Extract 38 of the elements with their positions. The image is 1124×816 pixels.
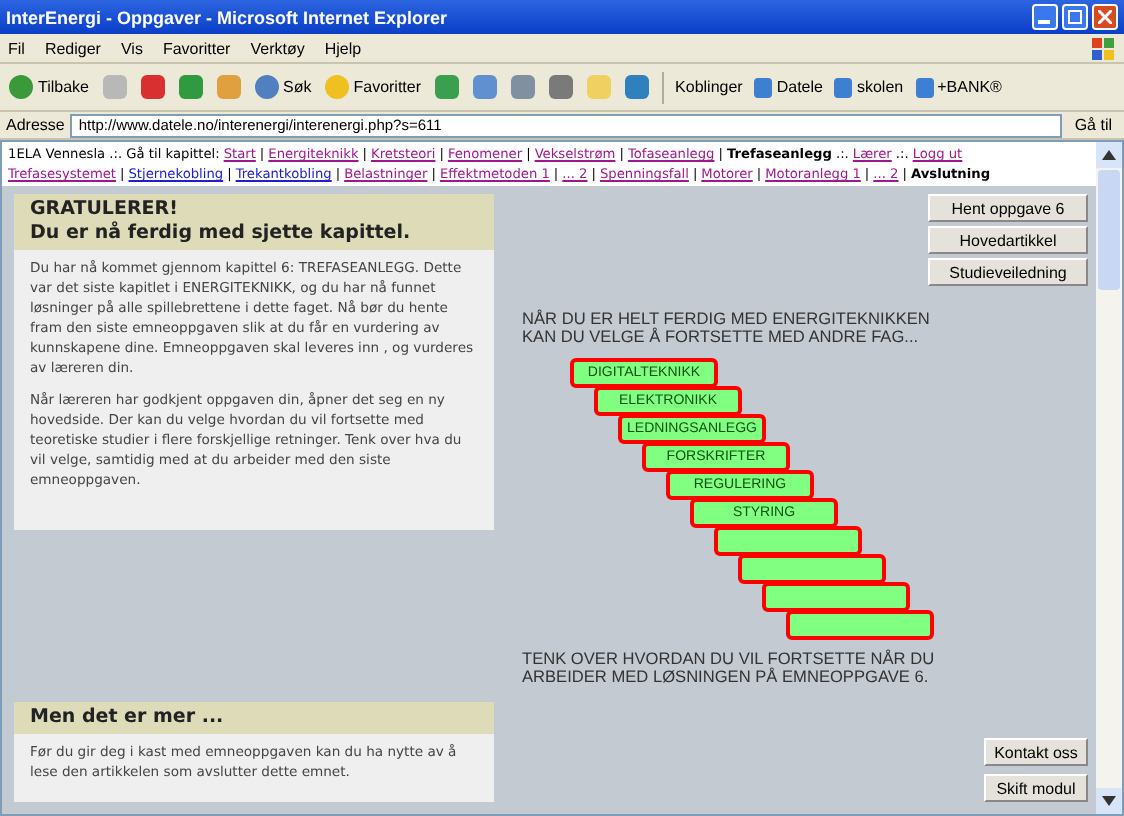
panel-title: Men det er mer ... <box>30 706 226 730</box>
windows-logo-icon <box>1092 37 1116 59</box>
favorite-link[interactable]: Datele <box>754 77 823 97</box>
page-button[interactable]: Hovedartikkel <box>928 226 1088 254</box>
maximize-icon <box>1068 10 1082 24</box>
closing-text: ARBEIDER MED LØSNINGEN PÅ EMNEOPPGAVE 6. <box>522 668 931 686</box>
menu-item[interactable]: Vis <box>120 39 143 57</box>
vertical-scrollbar[interactable] <box>1096 142 1122 814</box>
close-button[interactable] <box>1092 4 1118 30</box>
menu-item[interactable]: Fil <box>8 39 25 57</box>
menu-item[interactable]: Favoritter <box>162 39 231 57</box>
closing-text: TENK OVER HVORDAN DU VIL FORTSETTE NÅR DU <box>522 650 937 668</box>
go-button[interactable]: Gå til <box>1068 116 1118 134</box>
scroll-up-icon[interactable] <box>1102 150 1116 160</box>
scroll-thumb[interactable] <box>1098 170 1120 290</box>
favorite-link[interactable]: skolen <box>834 77 904 97</box>
scroll-down-icon[interactable] <box>1102 796 1116 806</box>
page-button[interactable]: Hent oppgave 6 <box>928 194 1088 222</box>
address-label: Adresse <box>6 116 65 134</box>
panel-title: Du er nå ferdig med sjette kapittel. <box>30 222 413 246</box>
window-title: InterEnergi - Oppgaver - Microsoft Internet Explorer <box>6 7 450 27</box>
toolbar-button[interactable]: Favoritter <box>323 74 422 100</box>
page-button[interactable]: Skift modul <box>984 774 1088 802</box>
close-icon <box>1098 10 1112 24</box>
intro-text: KAN DU VELGE Å FORTSETTE MED ANDRE FAG... <box>522 328 921 346</box>
page-button[interactable]: Kontakt oss <box>984 738 1088 766</box>
page-button[interactable]: Studieveiledning <box>928 258 1088 286</box>
menu-item[interactable]: Verktøy <box>250 39 305 57</box>
links-label: Koblinger <box>675 78 743 96</box>
panel-title: GRATULERER! <box>30 198 180 221</box>
toolbar-button[interactable]: Tilbake <box>8 74 89 100</box>
toolbar-button[interactable]: Søk <box>253 74 312 100</box>
favorite-link[interactable]: +BANK® <box>915 77 1002 97</box>
maximize-button[interactable] <box>1062 4 1088 30</box>
intro-text: NÅR DU ER HELT FERDIG MED ENERGITEKNIKKEN <box>522 310 932 328</box>
minimize-button[interactable] <box>1032 4 1058 30</box>
menu-item[interactable]: Hjelp <box>324 39 362 57</box>
menu-item[interactable]: Rediger <box>44 39 101 57</box>
